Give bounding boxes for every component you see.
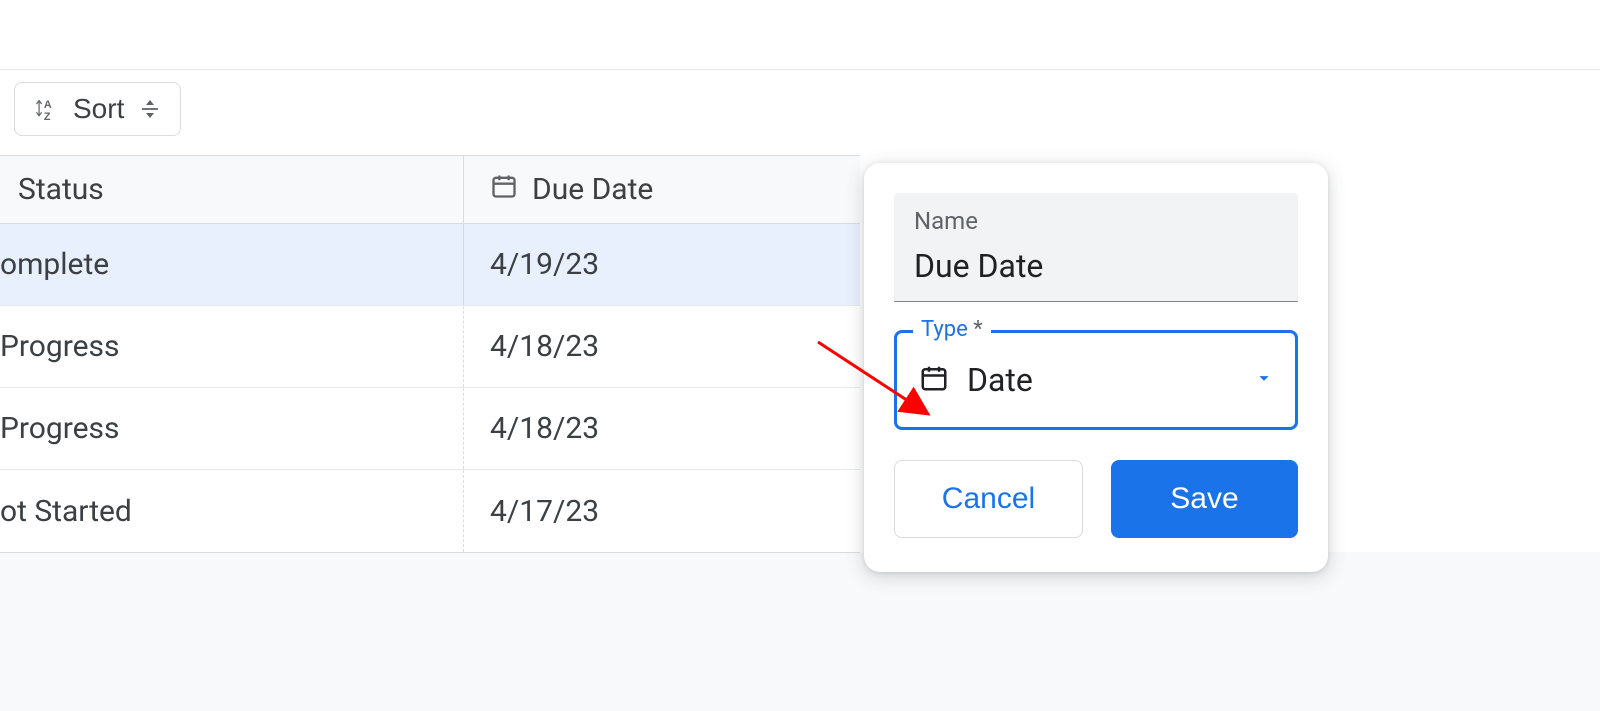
column-header-due-date[interactable]: Due Date [464,156,860,223]
column-header-due-date-label: Due Date [532,172,653,207]
button-row: Cancel Save [894,460,1298,538]
top-divider [0,0,1600,70]
type-field-label: Type * [913,317,991,342]
cell-due-date: 4/18/23 [464,329,860,364]
cell-due-date: 4/18/23 [464,411,860,446]
name-field[interactable]: Name Due Date [894,193,1298,302]
column-header-status[interactable]: Status [0,156,464,223]
sort-button[interactable]: A Z Sort [14,82,181,136]
name-field-value: Due Date [914,247,1278,285]
table-row[interactable]: ot Started 4/17/23 [0,470,860,552]
cell-due-date: 4/19/23 [464,247,860,282]
sort-label: Sort [73,93,124,125]
cell-due-date: 4/17/23 [464,494,860,529]
name-field-label: Name [914,207,1278,235]
cell-status: Progress [0,306,464,387]
canvas-area [0,552,1600,711]
type-select-value: Date [967,361,1235,399]
cell-status: Progress [0,388,464,469]
cell-status: omplete [0,224,464,305]
calendar-icon [490,172,518,208]
calendar-icon [919,363,949,397]
dropdown-caret-icon [1253,367,1275,393]
table-row[interactable]: Progress 4/18/23 [0,306,860,388]
table-header-row: Status Due Date [0,156,860,224]
column-settings-popover: Name Due Date Type * Date Cancel Save [864,163,1328,572]
row-height-icon [138,97,162,121]
svg-text:Z: Z [44,111,51,122]
data-table: Status Due Date omplete 4/19/23 Progress… [0,155,860,553]
type-select[interactable]: Type * Date [894,330,1298,430]
cell-status: ot Started [0,470,464,552]
table-row[interactable]: omplete 4/19/23 [0,224,860,306]
table-row[interactable]: Progress 4/18/23 [0,388,860,470]
column-header-status-label: Status [18,172,104,207]
sort-az-icon: A Z [33,96,59,122]
save-button[interactable]: Save [1111,460,1298,538]
svg-text:A: A [44,99,52,111]
cancel-button[interactable]: Cancel [894,460,1083,538]
